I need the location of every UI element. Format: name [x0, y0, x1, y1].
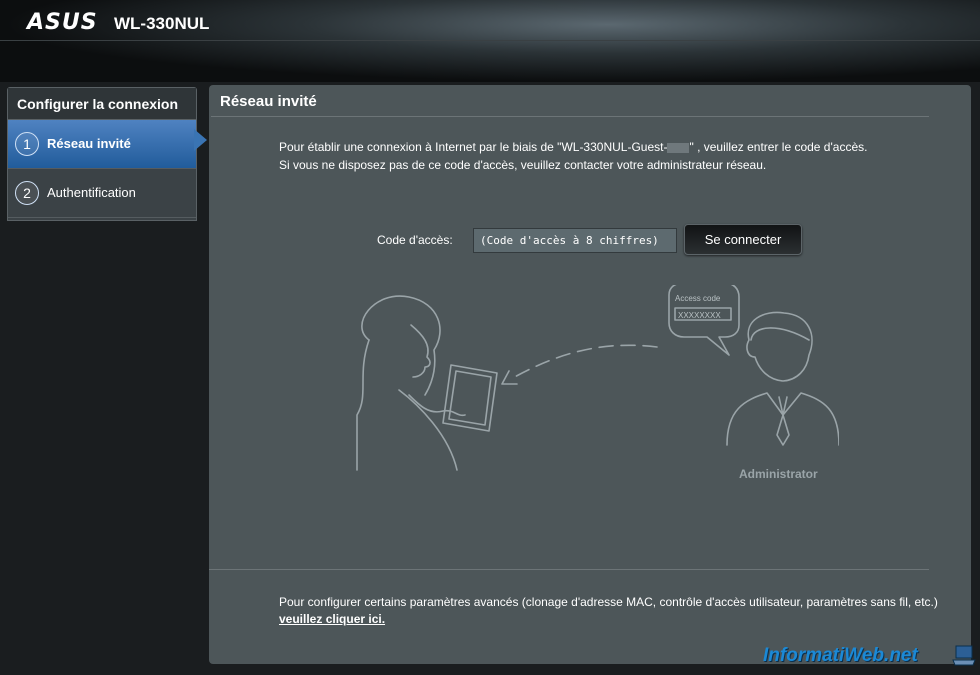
intro-text: Pour établir une connexion à Internet pa… [279, 138, 879, 174]
advanced-settings-link[interactable]: veuillez cliquer ici. [279, 612, 385, 626]
watermark-text: InformatiWeb.net [763, 645, 918, 666]
admin-head-outline [746, 311, 813, 382]
woman-torso-outline [398, 389, 458, 471]
active-step-arrow-icon [194, 129, 207, 151]
connect-button[interactable]: Se connecter [684, 224, 802, 255]
admin-hair-outline [750, 327, 810, 341]
asus-logo: ASUS [27, 10, 98, 35]
admin-shoulders-outline [726, 392, 839, 446]
intro-text-part1: Pour établir une connexion à Internet pa… [279, 140, 668, 154]
brand-bar: ASUS WL-330NUL [0, 0, 980, 41]
dashed-arrow-line [510, 344, 658, 380]
guest-access-illustration: Access code XXXXXXXX Administrator [356, 285, 839, 481]
woman-face-outline [410, 324, 431, 378]
step-label: Authentification [47, 185, 136, 200]
woman-body-outline [356, 339, 370, 471]
step-label: Réseau invité [47, 136, 131, 151]
divider [211, 116, 929, 117]
access-code-input[interactable] [473, 228, 677, 253]
access-code-label: Code d'accès: [377, 233, 453, 247]
advanced-settings-description: Pour configurer certains paramètres avan… [279, 595, 938, 609]
advanced-settings-text: Pour configurer certains paramètres avan… [279, 594, 939, 628]
tablet-screen [448, 370, 492, 426]
step-authentification[interactable]: 2 Authentification [8, 169, 196, 218]
step-reseau-invite[interactable]: 1 Réseau invité [8, 120, 196, 169]
divider [209, 569, 929, 570]
arrow-head-icon [501, 370, 518, 385]
laptop-icon [952, 645, 976, 666]
admin-tie-outline [776, 396, 790, 446]
header-bar: ASUS WL-330NUL [0, 0, 980, 82]
sidebar-title: Configurer la connexion [8, 88, 196, 120]
redacted-ssid [667, 142, 690, 153]
admin-label: Administrator [739, 467, 818, 481]
bubble-title: Access code [675, 294, 721, 303]
bubble-value: XXXXXXXX [678, 311, 721, 320]
main-panel: Réseau invité Pour établir une connexion… [209, 85, 971, 664]
step-number-icon: 2 [15, 181, 39, 205]
woman-hair-outline [361, 295, 441, 396]
model-name: WL-330NUL [114, 14, 210, 33]
panel-title: Réseau invité [220, 93, 317, 110]
step-number-icon: 1 [15, 132, 39, 156]
sidebar: Configurer la connexion 1 Réseau invité … [7, 87, 197, 221]
